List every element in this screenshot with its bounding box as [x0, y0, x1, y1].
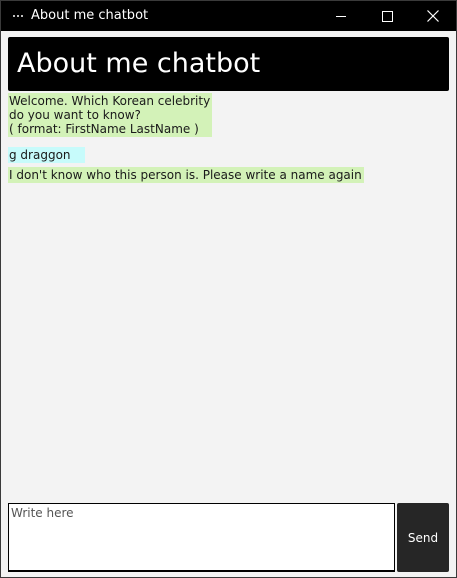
bot-message: I don't know who this person is. Please … — [8, 167, 364, 183]
message-input-placeholder: Write here — [11, 506, 74, 520]
maximize-button[interactable] — [364, 1, 410, 31]
app-icon — [13, 12, 23, 20]
chatbot-header: About me chatbot — [8, 37, 449, 91]
window-title: About me chatbot — [31, 8, 149, 23]
send-button[interactable]: Send — [397, 503, 449, 572]
app-window: About me chatbot About me chatbot Welcom… — [0, 0, 457, 578]
minimize-icon — [336, 15, 346, 17]
chat-history[interactable]: Welcome. Which Korean celebrity do you w… — [8, 93, 449, 499]
send-button-label: Send — [407, 530, 439, 545]
close-icon — [427, 10, 439, 22]
page-title: About me chatbot — [17, 48, 261, 79]
bot-message: Welcome. Which Korean celebrity do you w… — [8, 93, 213, 137]
title-bar[interactable]: About me chatbot — [1, 1, 456, 31]
maximize-icon — [381, 10, 393, 22]
message-input[interactable]: Write here — [8, 503, 395, 572]
user-message: g draggon — [8, 147, 85, 163]
minimize-button[interactable] — [318, 1, 364, 31]
close-button[interactable] — [410, 1, 456, 31]
